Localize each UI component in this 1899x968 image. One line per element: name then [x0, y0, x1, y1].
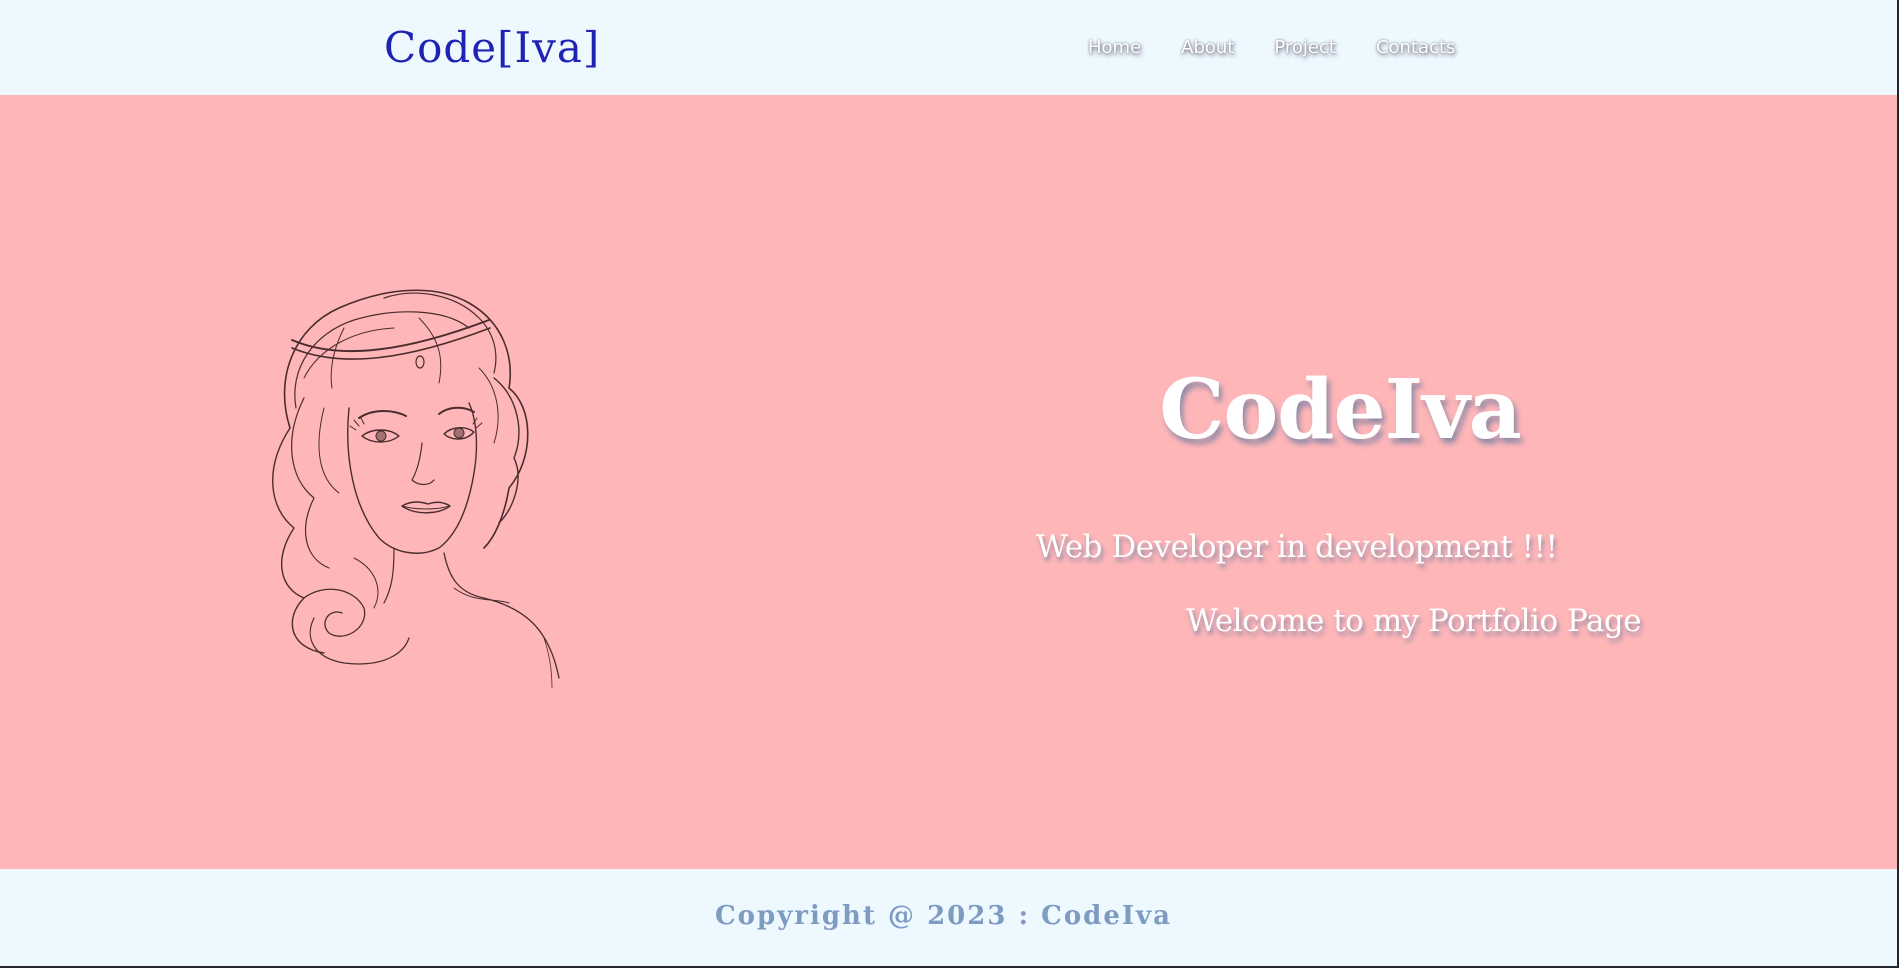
- nav-link-project[interactable]: Project: [1274, 36, 1336, 60]
- hero-title: CodeIva: [1159, 362, 1522, 458]
- page: Code[Iva] Home About Project Contacts Co…: [0, 0, 1897, 966]
- brand-logo[interactable]: Code[Iva]: [384, 22, 600, 74]
- footer: Copyright @ 2023 : CodeIva: [0, 869, 1897, 966]
- navbar: Code[Iva] Home About Project Contacts: [0, 0, 1897, 95]
- nav-links: Home About Project Contacts: [1088, 36, 1455, 60]
- nav-link-contacts[interactable]: Contacts: [1376, 36, 1455, 60]
- portrait-sketch-image: [272, 289, 560, 689]
- hero-welcome-text: Welcome to my Portfolio Page: [1186, 603, 1642, 639]
- hero-subtitle: Web Developer in development !!!: [1036, 529, 1558, 565]
- nav-link-home[interactable]: Home: [1088, 36, 1141, 60]
- copyright-text: Copyright @ 2023 : CodeIva: [714, 901, 1173, 931]
- nav-link-about[interactable]: About: [1181, 36, 1234, 60]
